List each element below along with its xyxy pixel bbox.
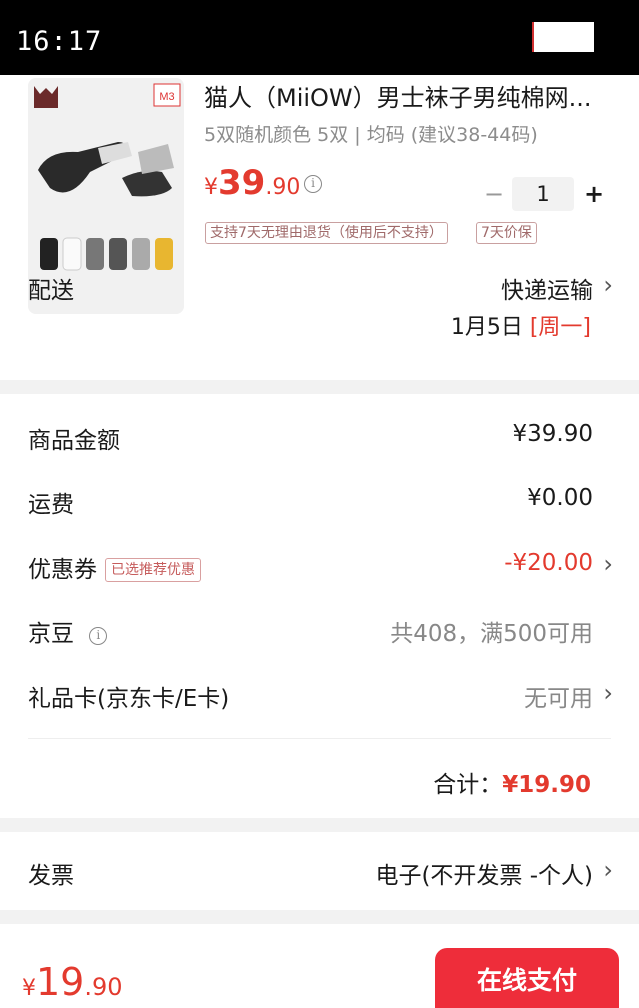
jingdou-value: 共408，满500可用 <box>390 621 593 647</box>
product-title[interactable]: 猫人（MiiOW）男士袜子男纯棉网... <box>204 78 592 113</box>
total-value: ¥19.90 <box>502 772 591 798</box>
battery-icon <box>532 22 594 52</box>
chevron-right-icon: › <box>603 271 613 299</box>
coupon-tag: 已选推荐优惠 <box>105 558 201 582</box>
status-bar: 16:17 <box>0 0 639 75</box>
invoice-value: 电子(不开发票 -个人) <box>375 863 593 889</box>
pay-online-button[interactable]: 在线支付 <box>435 948 619 1008</box>
thumb-badge: M3 <box>159 91 174 103</box>
chevron-right-icon: › <box>603 856 613 884</box>
total-label: 合计： <box>433 772 503 798</box>
info-icon[interactable]: i <box>89 627 108 645</box>
divider <box>28 738 611 739</box>
delivery-label: 配送 <box>28 278 74 304</box>
bottom-price-decimal: .90 <box>84 973 123 1001</box>
chevron-right-icon: › <box>603 550 613 578</box>
coupon-label: 优惠券 <box>28 557 97 583</box>
delivery-date: 1月5日 [周一] <box>451 309 591 341</box>
coupon-value: -¥20.00 <box>504 550 593 576</box>
gift-card-label: 礼品卡(京东卡/E卡) <box>28 686 230 712</box>
chevron-right-icon: › <box>603 679 613 707</box>
price-protect-tag: 7天价保 <box>476 222 537 244</box>
goods-amount-label: 商品金额 <box>28 428 120 454</box>
bottom-price-integer: 19 <box>36 960 85 1004</box>
product-card: M3 猫人（MiiOW）男士袜子男纯棉网... 5双随机颜色 5双 | 均码 (… <box>0 75 639 380</box>
price-info-icon[interactable]: i <box>304 175 322 193</box>
price-currency: ¥ <box>204 175 218 200</box>
status-time: 16:17 <box>16 26 103 57</box>
gift-card-value: 无可用 <box>524 686 593 712</box>
bottom-price-currency: ¥ <box>22 976 36 1001</box>
delivery-method: 快递运输 <box>501 278 593 304</box>
bottom-bar: ¥19.90 在线支付 <box>0 924 639 1008</box>
goods-amount-value: ¥39.90 <box>512 421 593 447</box>
shipping-value: ¥0.00 <box>527 485 593 511</box>
decrement-button[interactable]: − <box>484 177 504 211</box>
return-policy-tag: 支持7天无理由退货（使用后不支持） <box>205 222 448 244</box>
delivery-day: 1月5日 <box>450 315 523 340</box>
product-price: ¥39.90 <box>204 163 300 203</box>
delivery-weekday: [周一] <box>529 315 591 340</box>
price-decimal: .90 <box>265 175 301 200</box>
order-summary: 商品金额 ¥39.90 运费 ¥0.00 优惠券 已选推荐优惠 -¥20.00 ›… <box>0 394 639 818</box>
jingdou-label: 京豆 <box>28 621 74 647</box>
quantity-input[interactable]: 1 <box>512 177 574 211</box>
bottom-total-price: ¥19.90 <box>22 960 123 1004</box>
invoice-card: 发票 电子(不开发票 -个人) › <box>0 832 639 910</box>
order-total: 合计：¥19.90 <box>433 765 591 799</box>
shipping-label: 运费 <box>28 492 74 518</box>
increment-button[interactable]: + <box>582 177 606 211</box>
price-integer: 39 <box>218 163 266 203</box>
product-spec[interactable]: 5双随机颜色 5双 | 均码 (建议38-44码) <box>204 120 538 147</box>
invoice-label: 发票 <box>28 863 74 889</box>
